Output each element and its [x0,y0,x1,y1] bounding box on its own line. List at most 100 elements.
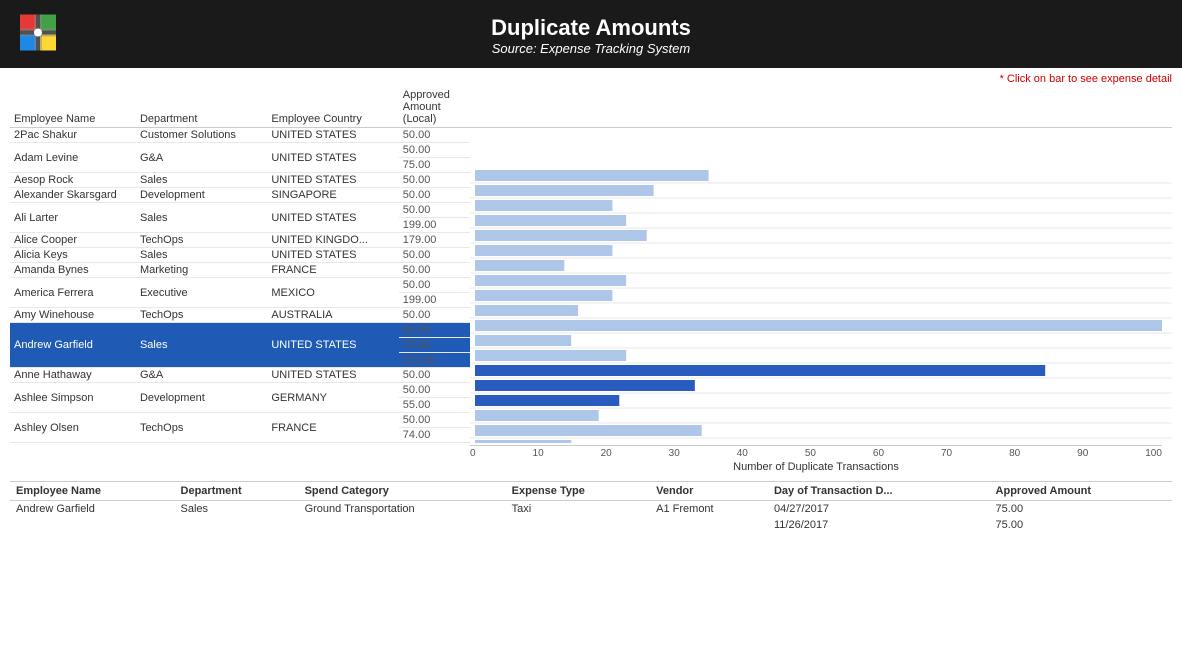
bar[interactable] [475,230,647,241]
dept-cell: Sales [136,248,267,263]
employee-name-cell: Alexander Skarsgard [10,188,136,203]
country-cell: UNITED STATES [267,143,398,173]
x-axis-label: 60 [873,448,884,459]
employee-name-cell: Alicia Keys [10,248,136,263]
amount-cell: 50.00 [399,188,470,203]
employee-name-cell: Ashley Olsen [10,413,136,443]
x-axis-area: 0102030405060708090100 Number of Duplica… [10,445,1172,473]
table-row[interactable]: Amanda BynesMarketingFRANCE50.00 [10,263,470,278]
bar[interactable] [475,365,1045,376]
dept-cell: TechOps [136,308,267,323]
bar[interactable] [475,275,626,286]
amount-cell: 199.00 [399,218,470,233]
detail-cell: Ground Transportation [299,501,506,518]
amount-cell: 50.00 [399,128,470,143]
bar[interactable] [475,350,626,361]
x-axis-label: 40 [737,448,748,459]
bar[interactable] [475,185,654,196]
detail-cell: 11/26/2017 [768,517,990,533]
dept-cell: Customer Solutions [136,128,267,143]
employee-name-cell: America Ferrera [10,278,136,308]
page-title: Duplicate Amounts [0,15,1182,41]
table-row[interactable]: Andrew GarfieldSalesUNITED STATES50.00 [10,323,470,338]
click-hint: * Click on bar to see expense detail [10,73,1172,85]
employee-name-cell: Alice Cooper [10,233,136,248]
dept-cell: G&A [136,368,267,383]
bar[interactable] [475,425,702,436]
x-axis-label: 20 [601,448,612,459]
detail-row: 11/26/201775.00 [10,517,1172,533]
dept-cell: Sales [136,323,267,368]
employee-name-cell: Aesop Rock [10,173,136,188]
amount-cell: 50.00 [399,248,470,263]
table-row[interactable]: Alice CooperTechOpsUNITED KINGDO...179.0… [10,233,470,248]
bar[interactable] [475,200,612,211]
table-row[interactable]: 2Pac ShakurCustomer SolutionsUNITED STAT… [10,128,470,143]
amount-cell: 50.00 [399,173,470,188]
bar[interactable] [475,215,626,226]
dept-cell: Development [136,383,267,413]
table-row[interactable]: Ashley OlsenTechOpsFRANCE50.00 [10,413,470,428]
amount-cell: 50.00 [399,308,470,323]
amount-cell: 199.00 [399,293,470,308]
country-cell: UNITED KINGDO... [267,233,398,248]
bar[interactable] [475,245,612,256]
table-row[interactable]: Anne HathawayG&AUNITED STATES50.00 [10,368,470,383]
bars-chart [470,87,1172,443]
bar[interactable] [475,305,578,316]
detail-cell: 04/27/2017 [768,501,990,518]
bar[interactable] [475,410,599,421]
col-department: Department [136,87,267,128]
employee-name-cell: Ali Larter [10,203,136,233]
country-cell: UNITED STATES [267,323,398,368]
amount-cell: 50.00 [399,413,470,428]
detail-cell: Sales [175,501,299,518]
dept-cell: TechOps [136,413,267,443]
table-row[interactable]: Aesop RockSalesUNITED STATES50.00 [10,173,470,188]
detail-cell [175,517,299,533]
bar[interactable] [475,395,619,406]
amount-cell: 74.00 [399,428,470,443]
table-row[interactable]: Amy WinehouseTechOpsAUSTRALIA50.00 [10,308,470,323]
table-row[interactable]: Alicia KeysSalesUNITED STATES50.00 [10,248,470,263]
x-axis-labels: 0102030405060708090100 [470,445,1162,459]
bar[interactable] [475,335,571,346]
table-row[interactable]: Alexander SkarsgardDevelopmentSINGAPORE5… [10,188,470,203]
amount-cell: 179.00 [399,233,470,248]
data-table: Employee Name Department Employee Countr… [10,87,470,443]
table-row[interactable]: Ashlee SimpsonDevelopmentGERMANY50.00 [10,383,470,398]
detail-cell [299,517,506,533]
x-axis-label: 50 [805,448,816,459]
detail-cell [10,517,175,533]
dept-cell: Development [136,188,267,203]
detail-table: Employee NameDepartmentSpend CategoryExp… [10,482,1172,533]
table-row[interactable]: America FerreraExecutiveMEXICO50.00 [10,278,470,293]
bar[interactable] [475,290,612,301]
table-row[interactable]: Adam LevineG&AUNITED STATES50.00 [10,143,470,158]
bar[interactable] [475,260,564,271]
table-row[interactable]: Ali LarterSalesUNITED STATES50.00 [10,203,470,218]
amount-cell: 50.00 [399,368,470,383]
detail-cell [650,517,768,533]
amount-cell: 50.00 [399,383,470,398]
detail-cell: A1 Fremont [650,501,768,518]
col-country: Employee Country [267,87,398,128]
dept-cell: Sales [136,203,267,233]
dept-cell: Executive [136,278,267,308]
amount-cell: 50.00 [399,203,470,218]
detail-col-header: Vendor [650,482,768,501]
detail-section: Employee NameDepartmentSpend CategoryExp… [10,481,1172,533]
bar[interactable] [475,440,571,443]
detail-col-header: Department [175,482,299,501]
amount-cell: 75.00 [399,338,470,353]
bar[interactable] [475,320,1162,331]
bar[interactable] [475,380,695,391]
bar[interactable] [475,170,709,181]
logo [20,15,56,54]
country-cell: SINGAPORE [267,188,398,203]
country-cell: UNITED STATES [267,128,398,143]
employee-name-cell: Adam Levine [10,143,136,173]
dept-cell: Sales [136,173,267,188]
amount-cell: 50.00 [399,278,470,293]
x-axis-label: 10 [533,448,544,459]
